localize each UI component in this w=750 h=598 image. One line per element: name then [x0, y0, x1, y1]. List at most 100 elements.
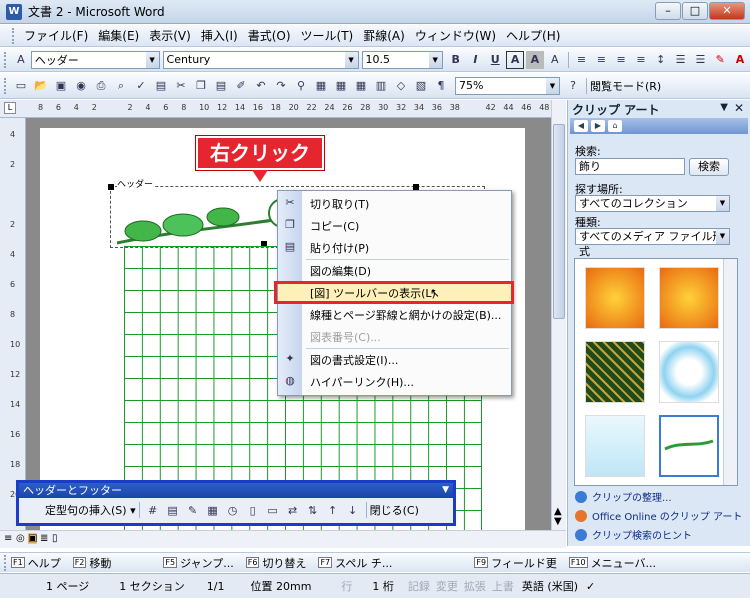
clipart-thumb[interactable] — [585, 415, 645, 477]
status-ext[interactable]: 拡張 — [464, 578, 486, 594]
menu-item-borders-shading[interactable]: 線種とページ罫線と網かけの設定(B)... — [278, 304, 511, 326]
clipart-results[interactable] — [574, 258, 738, 486]
close-window-button[interactable]: ✕ — [709, 2, 745, 20]
hyperlink-icon[interactable]: ⚲ — [292, 77, 310, 95]
menu-file[interactable]: ファイル(F) — [19, 27, 93, 44]
time-icon[interactable]: ◷ — [224, 501, 242, 519]
align-left-icon[interactable]: ≡ — [573, 51, 591, 69]
insert-excel-icon[interactable]: ▦ — [352, 77, 370, 95]
chevron-down-icon[interactable]: ▼ — [145, 51, 159, 68]
save-icon[interactable]: ▣ — [52, 77, 70, 95]
results-scrollbar[interactable] — [723, 259, 737, 485]
pane-menu-chevron-icon[interactable]: ▼ — [720, 102, 728, 113]
show-document-text-icon[interactable]: ▭ — [264, 501, 282, 519]
status-rec[interactable]: 記録 — [408, 578, 430, 594]
justify-icon[interactable]: ≡ — [632, 51, 650, 69]
char-shading-icon[interactable]: A — [526, 50, 544, 69]
redo-icon[interactable]: ↷ — [272, 77, 290, 95]
close-pane-icon[interactable]: ✕ — [734, 101, 744, 115]
styles-icon[interactable]: A — [12, 51, 30, 69]
clipart-thumb[interactable] — [659, 341, 719, 403]
font-size-combo[interactable]: 10.5 ▼ — [361, 50, 443, 69]
paste-icon[interactable]: ▤ — [212, 77, 230, 95]
zoom-combo[interactable]: 75% ▼ — [455, 76, 560, 95]
bold-icon[interactable]: B — [447, 51, 465, 69]
tables-borders-icon[interactable]: ▦ — [312, 77, 330, 95]
chevron-down-icon[interactable]: ▼ — [428, 51, 442, 68]
page-setup-icon[interactable]: ▯ — [244, 501, 262, 519]
location-select[interactable]: すべてのコレクション ▼ — [575, 195, 730, 212]
switch-header-footer-icon[interactable]: ⇅ — [304, 501, 322, 519]
format-page-number-icon[interactable]: ✎ — [184, 501, 202, 519]
insert-autotext-button[interactable]: 定型句の挿入(S) ▾ — [45, 502, 136, 518]
fkey-f7[interactable]: F7 スペル チ... — [318, 555, 392, 571]
highlight-icon[interactable]: ✎ — [711, 51, 729, 69]
menu-item-copy[interactable]: ❐ コピー(C) — [278, 215, 511, 237]
next-page-icon[interactable]: ▼ — [554, 516, 562, 527]
bullets-icon[interactable]: ☰ — [692, 51, 710, 69]
font-color-icon[interactable]: A — [731, 51, 749, 69]
date-icon[interactable]: ▦ — [204, 501, 222, 519]
chevron-down-icon[interactable]: ▼ — [546, 77, 559, 94]
show-previous-icon[interactable]: ↑ — [324, 501, 342, 519]
spelling-status-icon[interactable]: ✓ — [586, 580, 595, 593]
horizontal-ruler[interactable]: L 8 6 4 2 2 4 6 8 10 12 14 16 18 20 22 24 26 28 30 32 34 36 38… — [0, 100, 566, 118]
outline-view-icon[interactable]: ≣ — [40, 533, 48, 544]
back-icon[interactable]: ◀ — [574, 120, 588, 132]
columns-icon[interactable]: ▥ — [372, 77, 390, 95]
menu-edit[interactable]: 編集(E) — [93, 27, 144, 44]
align-center-icon[interactable]: ≡ — [592, 51, 610, 69]
font-combo[interactable]: Century ▼ — [162, 50, 359, 69]
undo-icon[interactable]: ↶ — [252, 77, 270, 95]
underline-icon[interactable]: U — [486, 51, 504, 69]
clipart-thumb[interactable] — [659, 267, 719, 329]
resize-handle[interactable] — [108, 184, 114, 190]
show-next-icon[interactable]: ↓ — [344, 501, 362, 519]
cut-icon[interactable]: ✂ — [172, 77, 190, 95]
clipart-thumb[interactable] — [585, 341, 645, 403]
menu-item-edit-picture[interactable]: 図の編集(D) — [278, 260, 511, 282]
organize-clips-link[interactable]: クリップの整理... — [575, 489, 672, 504]
menu-item-cut[interactable]: ✂ 切り取り(T) — [278, 193, 511, 215]
numbering-icon[interactable]: ☰ — [672, 51, 690, 69]
toolbar-options-icon[interactable]: ▼ — [442, 483, 449, 498]
office-online-link[interactable]: Office Online のクリップ アート — [575, 508, 742, 523]
italic-icon[interactable]: I — [467, 51, 485, 69]
vertical-ruler[interactable]: 422468101214161820 — [0, 118, 26, 530]
line-spacing-icon[interactable]: ↕ — [652, 51, 670, 69]
chevron-down-icon[interactable]: ▼ — [716, 196, 729, 211]
show-hide-icon[interactable]: ¶ — [432, 77, 450, 95]
search-button[interactable]: 検索 — [689, 158, 729, 176]
print-layout-view-icon[interactable]: ▣ — [28, 533, 38, 544]
fkey-f5[interactable]: F5 ジャンプ... — [163, 555, 234, 571]
close-header-footer-button[interactable]: 閉じる(C) — [370, 502, 419, 518]
insert-table-icon[interactable]: ▦ — [332, 77, 350, 95]
menu-help[interactable]: ヘルプ(H) — [501, 27, 565, 44]
web-view-icon[interactable]: ◎ — [16, 533, 25, 544]
fkey-f6[interactable]: F6 切り替え — [245, 555, 306, 571]
open-icon[interactable]: 📂 — [32, 77, 50, 95]
page-count-icon[interactable]: ▤ — [164, 501, 182, 519]
page-number-icon[interactable]: # — [144, 501, 162, 519]
spelling-icon[interactable]: ✓ — [132, 77, 150, 95]
fkey-f1[interactable]: F1 ヘルプ — [11, 555, 61, 571]
menu-view[interactable]: 表示(V) — [144, 27, 196, 44]
maximize-button[interactable]: □ — [682, 2, 708, 20]
status-language[interactable]: 英語 (米国) — [522, 578, 578, 594]
copy-icon[interactable]: ❐ — [192, 77, 210, 95]
permission-icon[interactable]: ◉ — [72, 77, 90, 95]
new-document-icon[interactable]: ▭ — [12, 77, 30, 95]
chevron-down-icon[interactable]: ▼ — [716, 229, 729, 244]
clipart-thumb[interactable] — [585, 267, 645, 329]
status-trk[interactable]: 変更 — [436, 578, 458, 594]
home-icon[interactable]: ⌂ — [608, 120, 622, 132]
search-input[interactable]: 飾り — [575, 158, 685, 175]
menu-table[interactable]: 罫線(A) — [358, 27, 410, 44]
print-icon[interactable]: ⎙ — [92, 77, 110, 95]
menu-item-format-picture[interactable]: ✦ 図の書式設定(I)... — [278, 349, 511, 371]
help-icon[interactable]: ? — [564, 77, 582, 95]
document-map-icon[interactable]: ▧ — [412, 77, 430, 95]
vertical-scrollbar[interactable]: ▲ ▼ — [551, 100, 566, 530]
same-as-previous-icon[interactable]: ⇄ — [284, 501, 302, 519]
type-select[interactable]: すべてのメディア ファイル形式 ▼ — [575, 228, 730, 258]
